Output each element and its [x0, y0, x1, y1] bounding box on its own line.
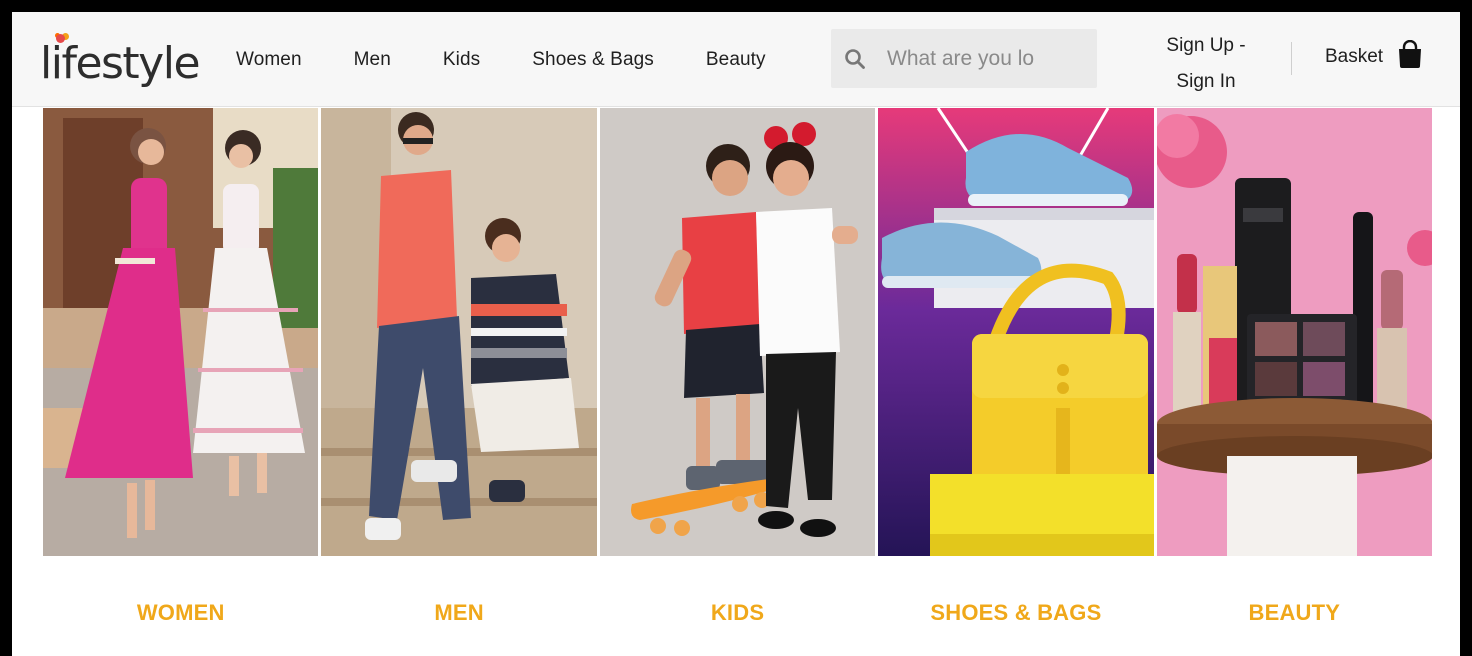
shoes-bags-category-image[interactable]: [878, 108, 1154, 556]
main-nav: Women Men Kids Shoes & Bags Beauty: [236, 12, 818, 107]
nav-item-shoes-bags[interactable]: Shoes & Bags: [532, 49, 654, 71]
nav-item-kids[interactable]: Kids: [443, 49, 480, 71]
women-category-image[interactable]: [43, 108, 319, 556]
header-divider: [1291, 42, 1292, 75]
category-label-beauty[interactable]: BEAUTY: [1157, 600, 1432, 626]
nav-item-women[interactable]: Women: [236, 49, 302, 71]
page-frame: lifestyle Women Men Kids Shoes & Bags Be…: [12, 12, 1460, 656]
logo-text: lifestyle: [40, 38, 201, 89]
category-label-shoes-bags[interactable]: SHOES & BAGS: [878, 600, 1153, 626]
shopping-bag-icon: [1397, 39, 1423, 73]
category-labels: WOMEN MEN KIDS SHOES & BAGS BEAUTY: [43, 600, 1432, 626]
category-label-men[interactable]: MEN: [321, 600, 596, 626]
beauty-category-image[interactable]: [1156, 108, 1433, 556]
site-header: lifestyle Women Men Kids Shoes & Bags Be…: [12, 12, 1460, 107]
sign-up-sign-in-link[interactable]: Sign Up - Sign In: [1152, 28, 1260, 100]
basket-label: Basket: [1325, 45, 1384, 67]
nav-item-men[interactable]: Men: [354, 49, 391, 71]
basket-button[interactable]: Basket: [1325, 39, 1423, 73]
category-tiles: [43, 108, 1433, 556]
men-category-image[interactable]: [321, 108, 597, 556]
logo-mark-icon: [56, 34, 65, 43]
search-input[interactable]: [879, 46, 1079, 71]
sign-up-label: Sign Up -: [1166, 35, 1246, 56]
search-box[interactable]: [831, 29, 1097, 88]
lifestyle-logo[interactable]: lifestyle: [40, 30, 201, 89]
category-label-women[interactable]: WOMEN: [43, 600, 318, 626]
category-label-kids[interactable]: KIDS: [600, 600, 875, 626]
kids-category-image[interactable]: [599, 108, 876, 556]
nav-item-beauty[interactable]: Beauty: [706, 49, 766, 71]
search-icon[interactable]: [831, 29, 879, 88]
sign-in-label: Sign In: [1176, 71, 1236, 92]
